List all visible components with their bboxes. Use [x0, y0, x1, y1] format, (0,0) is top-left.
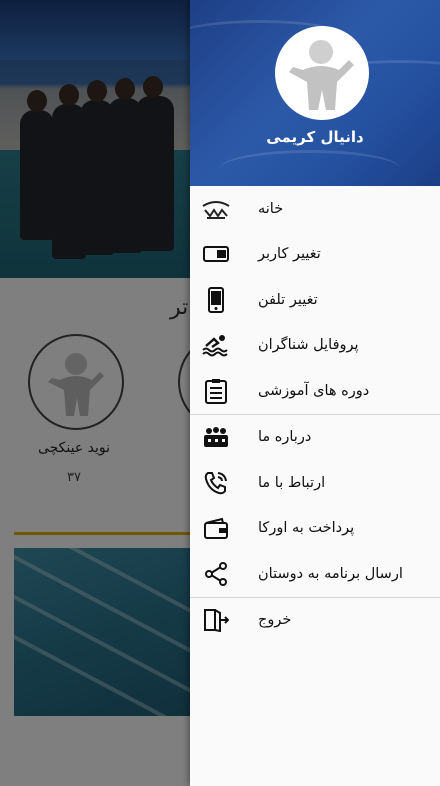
menu-label: تغییر کاربر — [258, 246, 321, 263]
menu-item-training-courses[interactable]: دوره های آموزشی — [190, 368, 440, 414]
drawer-menu: خانه تغییر کاربر تغییر تلفن پروفایل شناگ… — [190, 186, 440, 643]
card-icon — [200, 240, 232, 268]
profile-name: دانیال کریمی — [266, 128, 364, 146]
call-icon — [200, 469, 232, 497]
menu-item-change-phone[interactable]: تغییر تلفن — [190, 277, 440, 323]
person-figure-icon — [289, 40, 354, 110]
menu-label: درباره ما — [258, 429, 312, 446]
navigation-drawer: دانیال کریمی خانه تغییر کاربر تغییر تلفن — [190, 0, 440, 786]
menu-item-share-app[interactable]: ارسال برنامه به دوستان — [190, 551, 440, 597]
menu-label: خروج — [258, 612, 292, 629]
phone-icon — [200, 286, 232, 314]
menu-item-home[interactable]: خانه — [190, 186, 440, 232]
menu-item-payment[interactable]: پرداخت به اورکا — [190, 506, 440, 552]
menu-label: ارتباط با ما — [258, 474, 326, 491]
menu-label: پروفایل شناگران — [258, 337, 359, 354]
menu-label: خانه — [258, 200, 284, 217]
menu-label: ارسال برنامه به دوستان — [258, 565, 403, 582]
drawer-header: دانیال کریمی — [190, 0, 440, 186]
share-icon — [200, 560, 232, 588]
clipboard-icon — [200, 377, 232, 405]
exit-icon — [200, 606, 232, 634]
menu-item-about-us[interactable]: درباره ما — [190, 415, 440, 461]
menu-label: دوره های آموزشی — [258, 382, 370, 399]
team-icon — [200, 423, 232, 451]
menu-item-logout[interactable]: خروج — [190, 598, 440, 644]
menu-item-swimmer-profiles[interactable]: پروفایل شناگران — [190, 323, 440, 369]
swimmer-icon — [200, 331, 232, 359]
wallet-icon — [200, 514, 232, 542]
profile-avatar[interactable] — [275, 26, 369, 120]
menu-label: تغییر تلفن — [258, 291, 318, 308]
menu-item-contact-us[interactable]: ارتباط با ما — [190, 460, 440, 506]
menu-label: پرداخت به اورکا — [258, 520, 355, 537]
menu-item-change-user[interactable]: تغییر کاربر — [190, 232, 440, 278]
home-logo-icon — [200, 195, 232, 223]
